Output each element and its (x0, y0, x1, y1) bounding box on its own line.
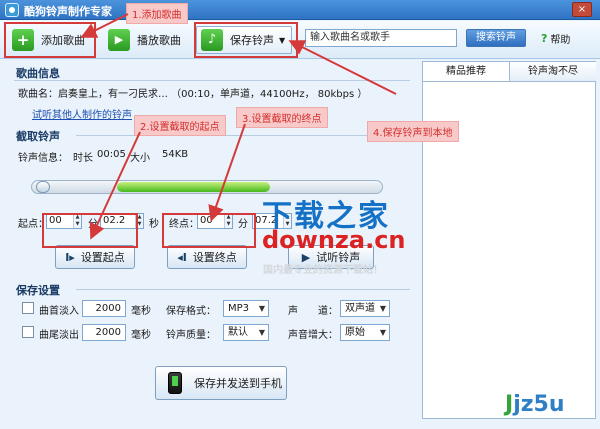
duration-value: 00:05 (97, 149, 126, 160)
help-label: 帮助 (550, 35, 571, 46)
logo-mark: J (505, 392, 514, 417)
divider (14, 80, 410, 81)
search-input[interactable]: 输入歌曲名或歌手 (305, 29, 457, 47)
fade-out-label: 曲尾淡出 (39, 330, 79, 341)
fade-in-checkbox[interactable] (22, 302, 34, 314)
quality-select[interactable]: 默认 ▼ (223, 324, 269, 341)
volume-select[interactable]: 原始 ▼ (340, 324, 390, 341)
start-marker-icon: I▸ (65, 250, 75, 264)
fade-out-checkbox[interactable] (22, 326, 34, 338)
set-start-button[interactable]: I▸ 设置起点 (55, 245, 135, 269)
highlight-box-set-end (162, 213, 256, 248)
watermark-logo: Jjz5u (505, 392, 565, 417)
tab-featured[interactable]: 精品推荐 (423, 62, 510, 82)
save-and-send-button[interactable]: 保存并发送到手机 (155, 366, 287, 400)
channel-value: 双声道 (345, 303, 375, 314)
slider-handle[interactable] (36, 181, 50, 193)
title-bar: 酷狗铃声制作专家 × (0, 0, 600, 20)
app-window: 酷狗铃声制作专家 × + 添加歌曲 ▶ 播放歌曲 ♪ 保存铃声 ▼ 输入歌曲名或… (0, 0, 600, 429)
chevron-down-icon: ▼ (258, 304, 265, 313)
channel-label: 声 道： (288, 306, 338, 317)
size-value: 54KB (162, 149, 189, 160)
format-label: 保存格式： (166, 306, 216, 317)
save-and-send-label: 保存并发送到手机 (194, 377, 282, 390)
fade-in-label: 曲首淡入 (39, 306, 79, 317)
search-button[interactable]: 搜索铃声 (466, 29, 526, 47)
chevron-down-icon: ▼ (379, 304, 386, 313)
help-link[interactable]: ? 帮助 (541, 31, 570, 46)
size-label: 大小 (130, 153, 150, 164)
duration-label: 时长 (73, 153, 93, 164)
others-ringtones-link[interactable]: 试听其他人制作的铃声 (32, 106, 132, 121)
window-title: 酷狗铃声制作专家 (24, 5, 112, 18)
chevron-down-icon: ▼ (379, 328, 386, 337)
play-icon: ▶ (108, 29, 130, 51)
phone-icon (168, 372, 182, 394)
app-icon (5, 3, 19, 17)
selected-range (117, 182, 270, 192)
close-button[interactable]: × (572, 2, 592, 17)
format-select[interactable]: MP3 ▼ (223, 300, 269, 317)
callout-step3: 3.设置截取的终点 (236, 107, 328, 128)
highlight-box-save-ring (194, 22, 298, 58)
quality-label: 铃声质量： (166, 330, 216, 341)
volume-value: 原始 (345, 327, 365, 338)
song-name-line: 歌曲名：启奏皇上，有一刁民求… （00:10，单声道，44100Hz， 80kb… (18, 89, 368, 100)
format-value: MP3 (228, 303, 250, 314)
set-end-label: 设置终点 (192, 251, 237, 264)
channel-select[interactable]: 双声道 ▼ (340, 300, 390, 317)
quality-value: 默认 (228, 327, 248, 338)
chevron-down-icon: ▼ (258, 328, 265, 337)
set-end-button[interactable]: ◂I 设置终点 (167, 245, 247, 269)
callout-step4: 4.保存铃声到本地 (367, 121, 459, 142)
clip-title: 截取铃声 (16, 130, 60, 143)
play-song-label: 播放歌曲 (137, 34, 181, 47)
play-song-button[interactable]: ▶ 播放歌曲 (108, 26, 181, 54)
save-settings-title: 保存设置 (16, 284, 60, 297)
fade-in-unit: 毫秒 (131, 306, 151, 317)
recommend-panel: 精品推荐 铃声淘不尽 (422, 61, 596, 419)
fade-out-unit: 毫秒 (131, 330, 151, 341)
logo-text: jz5u (513, 392, 565, 417)
end-marker-icon: ◂I (177, 250, 187, 264)
tab-more-ringtones[interactable]: 铃声淘不尽 (510, 62, 596, 82)
second-unit: 秒 (149, 219, 159, 230)
highlight-box-set-start (42, 213, 138, 248)
set-start-label: 设置起点 (80, 251, 125, 264)
fade-in-input[interactable]: 2000 (82, 300, 126, 317)
watermark-subtitle: 国内最专业的资源下载站！ (263, 265, 383, 276)
callout-step2: 2.设置截取的起点 (134, 115, 226, 136)
fade-out-input[interactable]: 2000 (82, 324, 126, 341)
song-info-title: 歌曲信息 (16, 67, 60, 80)
callout-step1: 1.添加歌曲 (126, 3, 188, 24)
highlight-box-add-song (4, 22, 96, 58)
volume-label: 声音增大： (288, 330, 338, 341)
watermark-url: downza.cn (262, 226, 406, 254)
help-icon: ? (541, 32, 548, 45)
divider (76, 135, 410, 136)
ring-info-label: 铃声信息： (18, 153, 68, 164)
divider (76, 289, 410, 290)
